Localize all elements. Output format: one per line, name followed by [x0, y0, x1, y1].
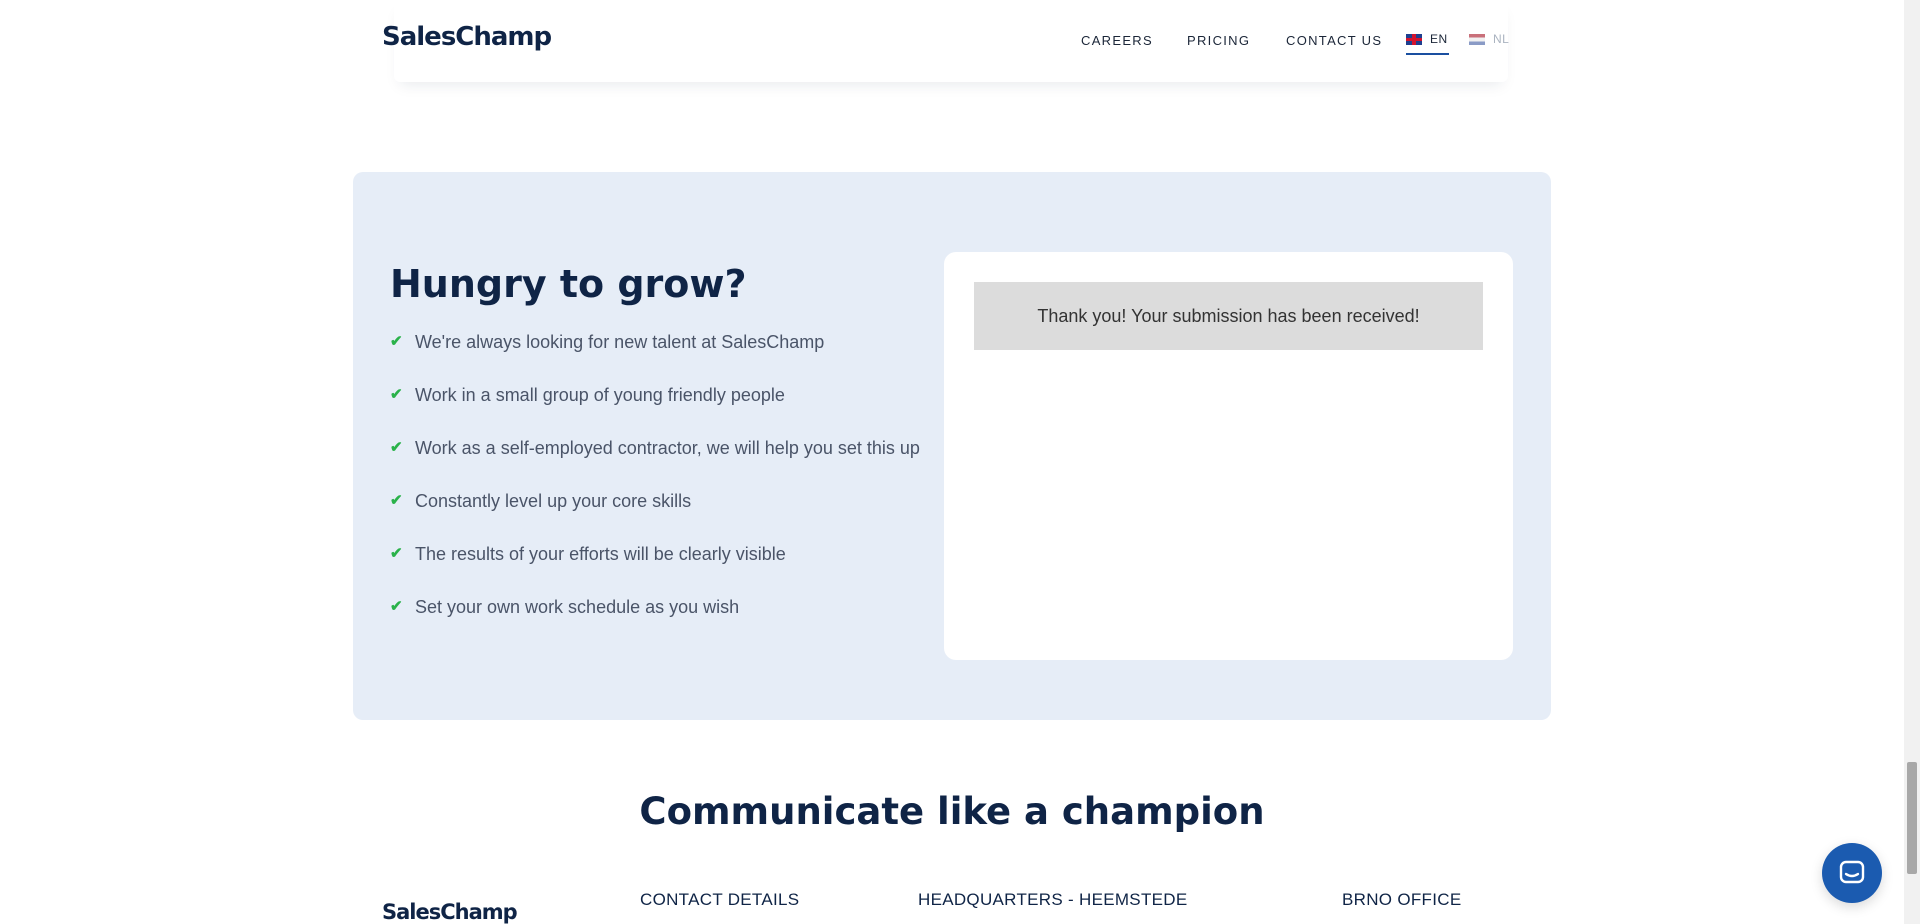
footer-tagline: Communicate like a champion	[639, 790, 1265, 833]
check-icon: ✔	[390, 333, 403, 350]
chat-launcher-button[interactable]	[1822, 843, 1882, 903]
perk-item: ✔ We're always looking for new talent at …	[390, 332, 920, 385]
check-icon: ✔	[390, 598, 403, 615]
nav-contact-us[interactable]: CONTACT US	[1286, 33, 1382, 48]
footer-logo[interactable]: SalesChamp	[382, 900, 518, 924]
perk-text: The results of your efforts will be clea…	[415, 544, 786, 564]
check-icon: ✔	[390, 386, 403, 403]
nav-pricing[interactable]: PRICING	[1187, 33, 1250, 48]
footer-headquarters-heading: HEADQUARTERS - HEEMSTEDE	[918, 890, 1188, 909]
language-nl-label: NL	[1493, 32, 1510, 46]
chat-icon	[1839, 860, 1865, 884]
perk-text: Work as a self-employed contractor, we w…	[415, 438, 920, 458]
form-success-message: Thank you! Your submission has been rece…	[974, 282, 1483, 350]
site-header	[0, 0, 1904, 82]
careers-title: Hungry to grow?	[390, 262, 747, 306]
perk-text: Constantly level up your core skills	[415, 491, 692, 511]
perk-item: ✔ The results of your efforts will be cle…	[390, 544, 920, 597]
site-logo[interactable]: SalesChamp	[382, 22, 552, 52]
perk-item: ✔ Work as a self-employed contractor, we …	[390, 438, 920, 491]
language-nl[interactable]: NL	[1469, 32, 1509, 46]
check-icon: ✔	[390, 439, 403, 456]
perk-text: Work in a small group of young friendly …	[415, 385, 785, 405]
footer-brno-office-heading: BRNO OFFICE	[1342, 890, 1462, 909]
uk-flag-icon	[1406, 33, 1422, 45]
perks-list: ✔ We're always looking for new talent at …	[390, 332, 920, 650]
footer-contact-details-heading: CONTACT DETAILS	[640, 890, 800, 909]
check-icon: ✔	[390, 545, 403, 562]
perk-text: We're always looking for new talent at S…	[415, 332, 825, 352]
language-en[interactable]: EN	[1406, 32, 1448, 46]
active-language-underline	[1406, 53, 1449, 55]
nl-flag-icon	[1469, 33, 1485, 45]
check-icon: ✔	[390, 492, 403, 509]
perk-text: Set your own work schedule as you wish	[415, 597, 740, 617]
perk-item: ✔ Set your own work schedule as you wish	[390, 597, 920, 650]
perk-item: ✔ Work in a small group of young friendly…	[390, 385, 920, 438]
nav-careers[interactable]: CAREERS	[1081, 33, 1153, 48]
language-en-label: EN	[1430, 32, 1448, 46]
perk-item: ✔ Constantly level up your core skills	[390, 491, 920, 544]
scrollbar-thumb[interactable]	[1907, 762, 1917, 874]
